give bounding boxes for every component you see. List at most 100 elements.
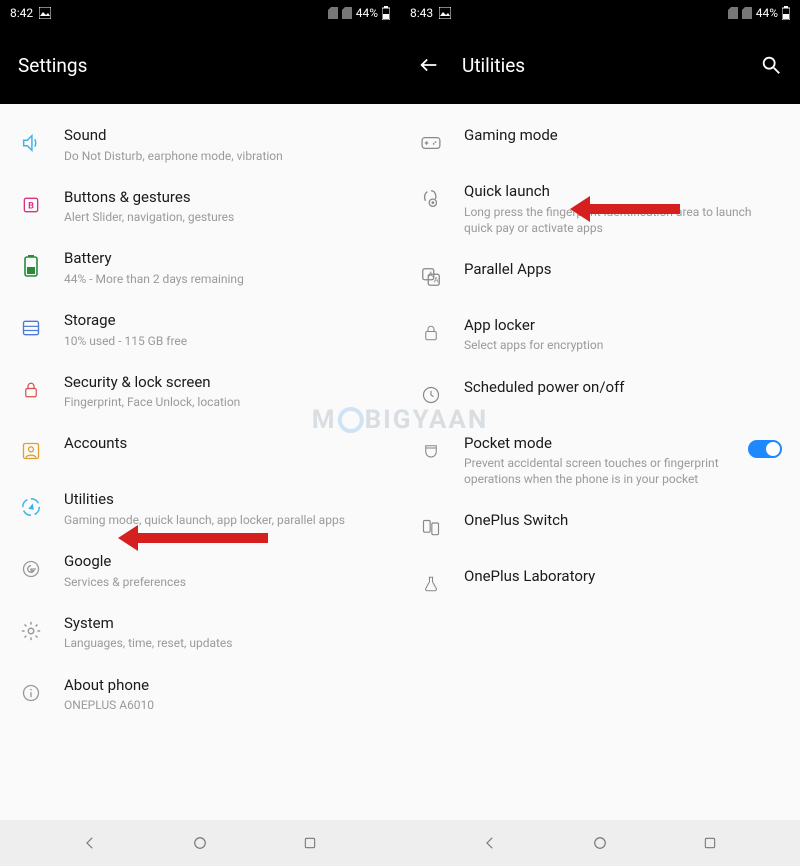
device-switch-icon bbox=[416, 513, 446, 543]
item-sub: Select apps for encryption bbox=[464, 337, 782, 353]
item-sub: ONEPLUS A6010 bbox=[64, 697, 382, 713]
item-title: Utilities bbox=[64, 490, 382, 510]
settings-screen: 8:42 44% Settings Sound Do Not Disturb, … bbox=[0, 0, 400, 866]
settings-list[interactable]: Sound Do Not Disturb, earphone mode, vib… bbox=[0, 104, 400, 820]
settings-item-battery[interactable]: Battery 44% - More than 2 days remaining bbox=[0, 237, 400, 299]
item-title: Google bbox=[64, 552, 382, 572]
nav-home-button[interactable] bbox=[180, 823, 220, 863]
header: Utilities bbox=[400, 26, 800, 104]
settings-item-storage[interactable]: Storage 10% used - 115 GB free bbox=[0, 299, 400, 361]
nav-back-button[interactable] bbox=[470, 823, 510, 863]
item-sub: Do Not Disturb, earphone mode, vibration bbox=[64, 148, 382, 164]
utilities-item-quicklaunch[interactable]: Quick launch Long press the fingerprint … bbox=[400, 170, 800, 248]
item-sub: Gaming mode, quick launch, app locker, p… bbox=[64, 512, 382, 528]
utilities-item-gaming[interactable]: Gaming mode bbox=[400, 114, 800, 170]
pocket-mode-toggle[interactable] bbox=[748, 440, 782, 458]
search-button[interactable] bbox=[760, 54, 782, 76]
pocket-icon bbox=[416, 436, 446, 466]
svg-text:A: A bbox=[428, 270, 433, 279]
utilities-item-switch[interactable]: OnePlus Switch bbox=[400, 499, 800, 555]
storage-icon bbox=[16, 313, 46, 343]
item-sub: Long press the fingerprint identificatio… bbox=[464, 204, 782, 236]
nav-bar bbox=[0, 820, 400, 866]
settings-item-google[interactable]: Google Services & preferences bbox=[0, 540, 400, 602]
battery-icon bbox=[382, 6, 390, 20]
item-title: Scheduled power on/off bbox=[464, 378, 782, 398]
clock-icon bbox=[416, 380, 446, 410]
status-battery-pct: 44% bbox=[356, 6, 378, 20]
sim-icon bbox=[328, 7, 338, 19]
nav-back-button[interactable] bbox=[70, 823, 110, 863]
item-title: Buttons & gestures bbox=[64, 188, 382, 208]
page-title: Utilities bbox=[462, 54, 525, 77]
item-title: Sound bbox=[64, 126, 382, 146]
item-sub: 10% used - 115 GB free bbox=[64, 333, 382, 349]
settings-item-security[interactable]: Security & lock screen Fingerprint, Face… bbox=[0, 361, 400, 423]
sim-icon bbox=[742, 7, 752, 19]
header: Settings bbox=[0, 26, 400, 104]
settings-item-sound[interactable]: Sound Do Not Disturb, earphone mode, vib… bbox=[0, 114, 400, 176]
item-sub: Languages, time, reset, updates bbox=[64, 635, 382, 651]
item-title: Accounts bbox=[64, 434, 382, 454]
sim-icon bbox=[728, 7, 738, 19]
status-bar: 8:42 44% bbox=[0, 0, 400, 26]
item-title: Quick launch bbox=[464, 182, 782, 202]
back-button[interactable] bbox=[418, 54, 440, 76]
item-title: App locker bbox=[464, 316, 782, 336]
status-battery-pct: 44% bbox=[756, 6, 778, 20]
item-sub: Fingerprint, Face Unlock, location bbox=[64, 394, 382, 410]
utilities-item-parallel[interactable]: AA Parallel Apps bbox=[400, 248, 800, 304]
settings-item-about[interactable]: About phone ONEPLUS A6010 bbox=[0, 664, 400, 726]
gear-icon bbox=[16, 616, 46, 646]
status-time: 8:42 bbox=[10, 6, 33, 20]
item-title: Security & lock screen bbox=[64, 373, 382, 393]
item-title: About phone bbox=[64, 676, 382, 696]
lock-icon bbox=[416, 318, 446, 348]
fingerprint-tap-icon bbox=[416, 184, 446, 214]
picture-icon bbox=[39, 7, 51, 19]
utilities-screen: 8:43 44% Utilities bbox=[400, 0, 800, 866]
sim-icon bbox=[342, 7, 352, 19]
svg-text:A: A bbox=[434, 275, 439, 284]
accounts-icon bbox=[16, 436, 46, 466]
nav-bar bbox=[400, 820, 800, 866]
settings-item-system[interactable]: System Languages, time, reset, updates bbox=[0, 602, 400, 664]
item-sub: Alert Slider, navigation, gestures bbox=[64, 209, 382, 225]
settings-item-utilities[interactable]: Utilities Gaming mode, quick launch, app… bbox=[0, 478, 400, 540]
google-icon bbox=[16, 554, 46, 584]
nav-recent-button[interactable] bbox=[290, 823, 330, 863]
nav-recent-button[interactable] bbox=[690, 823, 730, 863]
flask-icon bbox=[416, 569, 446, 599]
settings-item-accounts[interactable]: Accounts bbox=[0, 422, 400, 478]
item-title: System bbox=[64, 614, 382, 634]
nav-home-button[interactable] bbox=[580, 823, 620, 863]
parallel-apps-icon: AA bbox=[416, 262, 446, 292]
item-sub: 44% - More than 2 days remaining bbox=[64, 271, 382, 287]
item-sub: Prevent accidental screen touches or fin… bbox=[464, 455, 730, 487]
item-title: OnePlus Switch bbox=[464, 511, 782, 531]
item-title: Gaming mode bbox=[464, 126, 782, 146]
item-sub: Services & preferences bbox=[64, 574, 382, 590]
settings-item-buttons[interactable]: B Buttons & gestures Alert Slider, navig… bbox=[0, 176, 400, 238]
sound-icon bbox=[16, 128, 46, 158]
utilities-item-lab[interactable]: OnePlus Laboratory bbox=[400, 555, 800, 611]
picture-icon bbox=[439, 7, 451, 19]
utilities-item-schedule[interactable]: Scheduled power on/off bbox=[400, 366, 800, 422]
battery-icon bbox=[782, 6, 790, 20]
item-title: Battery bbox=[64, 249, 382, 269]
status-bar: 8:43 44% bbox=[400, 0, 800, 26]
info-icon bbox=[16, 678, 46, 708]
page-title: Settings bbox=[18, 54, 87, 77]
item-title: OnePlus Laboratory bbox=[464, 567, 782, 587]
utilities-item-applocker[interactable]: App locker Select apps for encryption bbox=[400, 304, 800, 366]
item-title: Storage bbox=[64, 311, 382, 331]
arrow-left-icon bbox=[418, 54, 440, 76]
svg-text:B: B bbox=[28, 201, 34, 211]
utilities-icon bbox=[16, 492, 46, 522]
buttons-icon: B bbox=[16, 190, 46, 220]
battery-icon bbox=[16, 251, 46, 281]
utilities-item-pocket[interactable]: Pocket mode Prevent accidental screen to… bbox=[400, 422, 800, 500]
lock-icon bbox=[16, 375, 46, 405]
item-title: Parallel Apps bbox=[464, 260, 782, 280]
utilities-list[interactable]: Gaming mode Quick launch Long press the … bbox=[400, 104, 800, 820]
